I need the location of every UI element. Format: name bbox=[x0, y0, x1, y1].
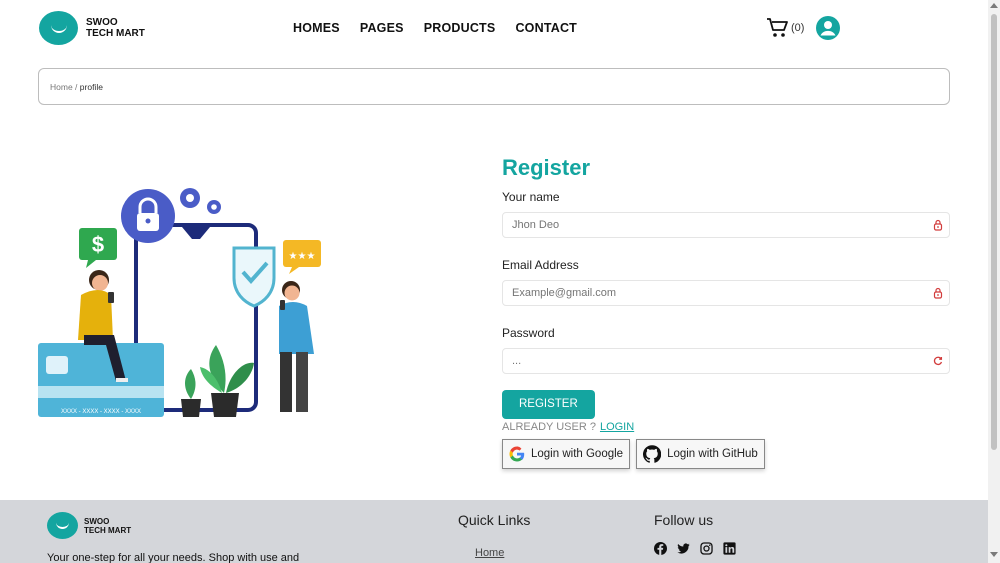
register-button[interactable]: REGISTER bbox=[502, 390, 595, 419]
shield-check-icon bbox=[232, 246, 276, 308]
svg-text:★★★: ★★★ bbox=[289, 251, 316, 262]
register-illustration: $ ★★★ XXXX - XXXX - XXXX - XXXX bbox=[38, 188, 321, 417]
card-number: XXXX - XXXX - XXXX - XXXX bbox=[61, 409, 141, 415]
login-link[interactable]: LOGIN bbox=[600, 421, 634, 433]
follow-us-title: Follow us bbox=[654, 512, 714, 528]
github-icon bbox=[643, 445, 662, 463]
password-field[interactable] bbox=[503, 349, 949, 373]
footer-brand-line-1: SWOO bbox=[84, 516, 110, 526]
breadcrumb-home[interactable]: Home bbox=[50, 82, 73, 92]
scroll-down-arrow-icon[interactable] bbox=[990, 552, 998, 557]
google-login-label: Login with Google bbox=[531, 448, 624, 460]
stars-bubble-icon: ★★★ bbox=[283, 240, 321, 274]
facebook-icon[interactable] bbox=[654, 542, 667, 555]
gear-icon bbox=[180, 188, 221, 214]
footer-tagline: Your one-step for all your needs. Shop w… bbox=[47, 552, 300, 563]
lock-icon bbox=[933, 219, 943, 231]
google-login-button[interactable]: Login with Google bbox=[502, 439, 631, 469]
brand-logo[interactable]: SWOO TECH MART bbox=[39, 11, 145, 45]
breadcrumb: Home / profile bbox=[38, 68, 950, 105]
page-scrollbar[interactable] bbox=[988, 0, 1000, 563]
footer-link-home[interactable]: Home bbox=[475, 547, 504, 559]
brand-line-1: SWOO bbox=[86, 17, 118, 28]
scroll-up-arrow-icon[interactable] bbox=[990, 3, 998, 8]
quick-links-title: Quick Links bbox=[458, 512, 531, 528]
nav-pages[interactable]: PAGES bbox=[360, 21, 404, 35]
github-login-button[interactable]: Login with GitHub bbox=[636, 439, 765, 469]
nav-contact[interactable]: CONTACT bbox=[515, 21, 577, 35]
social-links bbox=[654, 542, 736, 555]
scrollbar-thumb[interactable] bbox=[991, 14, 997, 450]
brand-line-2: TECH MART bbox=[86, 28, 145, 39]
linkedin-icon[interactable] bbox=[723, 542, 736, 555]
refresh-icon[interactable] bbox=[932, 355, 944, 367]
name-field-wrapper bbox=[502, 212, 950, 238]
name-label: Your name bbox=[502, 190, 560, 204]
logo-mark-icon bbox=[39, 11, 78, 45]
instagram-icon[interactable] bbox=[700, 542, 713, 555]
footer-brand-name: SWOO TECH MART bbox=[84, 517, 131, 535]
email-label: Email Address bbox=[502, 258, 579, 272]
site-footer: SWOO TECH MART Your one-step for all you… bbox=[0, 500, 988, 563]
password-label: Password bbox=[502, 326, 555, 340]
dollar-bubble-icon: $ bbox=[79, 228, 117, 268]
cart-icon bbox=[767, 18, 788, 37]
brand-name: SWOO TECH MART bbox=[86, 17, 145, 39]
lock-icon bbox=[121, 189, 175, 243]
nav-products[interactable]: PRODUCTS bbox=[424, 21, 496, 35]
twitter-icon[interactable] bbox=[677, 542, 690, 555]
footer-brand-line-2: TECH MART bbox=[84, 525, 132, 535]
password-field-wrapper bbox=[502, 348, 950, 374]
register-form: Register Your name Email Address Passwor… bbox=[502, 155, 950, 469]
google-icon bbox=[509, 446, 525, 462]
site-header: SWOO TECH MART HOMES PAGES PRODUCTS CONT… bbox=[0, 0, 988, 58]
footer-logo[interactable]: SWOO TECH MART bbox=[47, 512, 131, 539]
name-field[interactable] bbox=[503, 213, 949, 237]
logo-mark-icon bbox=[47, 512, 78, 539]
user-circle-icon[interactable] bbox=[816, 16, 840, 40]
github-login-label: Login with GitHub bbox=[667, 448, 758, 460]
nav-homes[interactable]: HOMES bbox=[293, 21, 340, 35]
breadcrumb-current: profile bbox=[79, 82, 103, 92]
cart-button[interactable]: (0) bbox=[766, 16, 804, 40]
svg-text:$: $ bbox=[92, 232, 104, 257]
cart-count: (0) bbox=[791, 22, 805, 34]
form-title: Register bbox=[502, 155, 591, 180]
already-user-text: ALREADY USER ? bbox=[502, 421, 596, 433]
lock-icon bbox=[933, 287, 943, 299]
oauth-buttons: Login with Google Login with GitHub bbox=[502, 439, 950, 469]
breadcrumb-separator: / bbox=[72, 82, 80, 92]
email-field[interactable] bbox=[503, 281, 949, 305]
already-user-row: ALREADY USER ? LOGIN bbox=[502, 421, 950, 433]
email-field-wrapper bbox=[502, 280, 950, 306]
main-nav: HOMES PAGES PRODUCTS CONTACT bbox=[293, 21, 597, 35]
